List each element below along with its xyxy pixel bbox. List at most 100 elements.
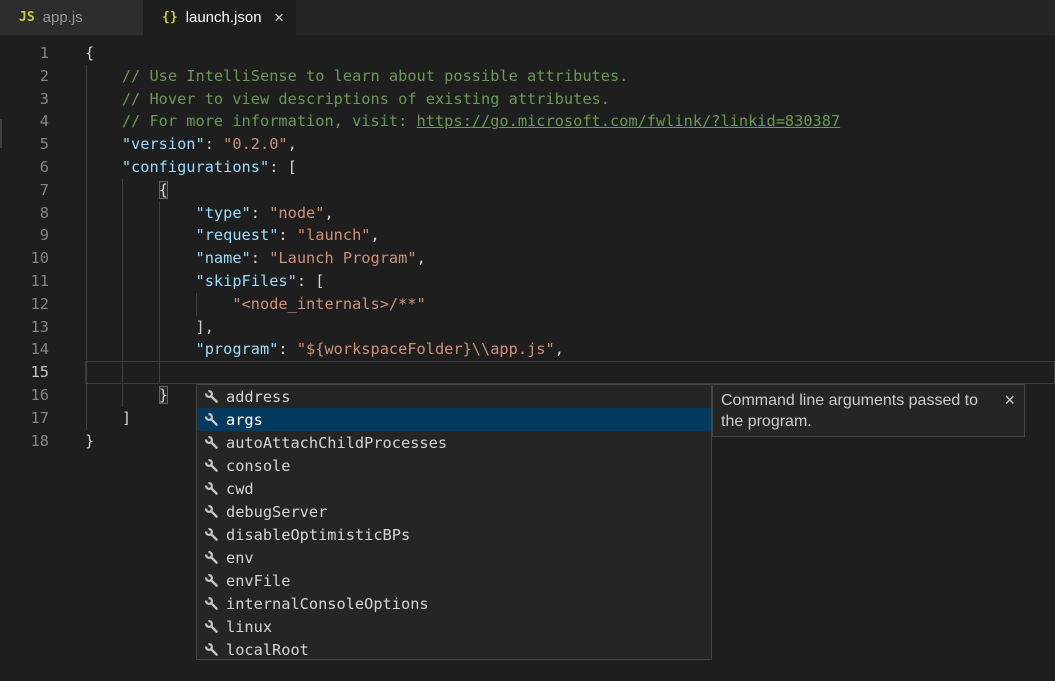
suggestion-item[interactable]: localRoot	[197, 638, 711, 660]
suggestion-label: debugServer	[226, 503, 327, 521]
code-line[interactable]: 4 // For more information, visit: https:…	[0, 110, 1055, 133]
code-line-text[interactable]: "program": "${workspaceFolder}\\app.js",	[85, 338, 564, 361]
line-number[interactable]: 7	[0, 179, 49, 202]
code-line[interactable]: 12 "<node_internals>/**"	[0, 293, 1055, 316]
suggestion-item[interactable]: envFile	[197, 569, 711, 592]
line-number[interactable]: 3	[0, 88, 49, 111]
code-line[interactable]: 10 "name": "Launch Program",	[0, 247, 1055, 270]
code-token: : [	[269, 158, 297, 176]
code-line-text[interactable]: ]	[85, 407, 131, 430]
code-line[interactable]: 14 "program": "${workspaceFolder}\\app.j…	[0, 338, 1055, 361]
line-number[interactable]: 16	[0, 384, 49, 407]
code-line[interactable]: 15	[0, 361, 1055, 384]
code-line[interactable]: 11 "skipFiles": [	[0, 270, 1055, 293]
wrench-icon	[204, 481, 220, 497]
tab-label: launch.json	[186, 9, 262, 26]
suggestion-item[interactable]: cwd	[197, 477, 711, 500]
code-line-text[interactable]: "skipFiles": [	[85, 270, 324, 293]
wrench-icon	[204, 619, 220, 635]
code-line-text[interactable]: }	[85, 430, 94, 453]
code-token: "0.2.0"	[223, 135, 287, 153]
code-line[interactable]: 13 ],	[0, 316, 1055, 339]
line-number[interactable]: 11	[0, 270, 49, 293]
code-line[interactable]: 3 // Hover to view descriptions of exist…	[0, 88, 1055, 111]
code-line[interactable]: 8 "type": "node",	[0, 202, 1055, 225]
line-number[interactable]: 6	[0, 156, 49, 179]
close-tab-icon[interactable]: ×	[274, 9, 284, 26]
suggestion-label: args	[226, 411, 263, 429]
line-number[interactable]: 8	[0, 202, 49, 225]
code-line[interactable]: 6 "configurations": [	[0, 156, 1055, 179]
wrench-icon	[204, 642, 220, 658]
current-line-highlight	[85, 361, 1055, 384]
code-line[interactable]: 1{	[0, 42, 1055, 65]
line-number[interactable]: 9	[0, 224, 49, 247]
code-line-text[interactable]: // Hover to view descriptions of existin…	[85, 88, 610, 111]
line-number[interactable]: 18	[0, 430, 49, 453]
code-token: "skipFiles"	[85, 272, 297, 290]
close-docs-icon[interactable]: ×	[1004, 390, 1015, 411]
code-token: ,	[371, 226, 380, 244]
code-token: "name"	[85, 249, 251, 267]
line-number[interactable]: 17	[0, 407, 49, 430]
line-number[interactable]: 13	[0, 316, 49, 339]
code-line-text[interactable]: "configurations": [	[85, 156, 297, 179]
code-token: "program"	[85, 340, 278, 358]
suggestion-label: console	[226, 457, 290, 475]
line-number[interactable]: 1	[0, 42, 49, 65]
code-line-text[interactable]: // Use IntelliSense to learn about possi…	[85, 65, 628, 88]
suggestion-item[interactable]: address	[197, 385, 711, 408]
code-line-text[interactable]: }	[85, 384, 168, 407]
code-line[interactable]: 2 // Use IntelliSense to learn about pos…	[0, 65, 1055, 88]
code-line-text[interactable]: {	[85, 179, 168, 202]
editor[interactable]: 1{2 // Use IntelliSense to learn about p…	[0, 35, 1055, 681]
code-token: :	[205, 135, 223, 153]
code-line-text[interactable]: // For more information, visit: https://…	[85, 110, 840, 133]
code-token: "Launch Program"	[269, 249, 416, 267]
suggest-docs: Command line arguments passed to the pro…	[712, 384, 1025, 437]
tab-label: app.js	[43, 9, 83, 26]
code-line[interactable]: 7 {	[0, 179, 1055, 202]
suggest-docs-text: Command line arguments passed to the pro…	[721, 392, 978, 430]
code-token: "${workspaceFolder}\\app.js"	[297, 340, 555, 358]
tab-app-js[interactable]: JS app.js	[0, 0, 143, 35]
wrench-icon	[204, 412, 220, 428]
vscode-window: JS app.js {} launch.json × 1{2 // Use In…	[0, 0, 1055, 681]
suggestion-label: internalConsoleOptions	[226, 595, 429, 613]
code-line-text[interactable]: "request": "launch",	[85, 224, 380, 247]
line-number[interactable]: 2	[0, 65, 49, 88]
code-line-text[interactable]: "name": "Launch Program",	[85, 247, 426, 270]
tab-launch-json[interactable]: {} launch.json ×	[143, 0, 296, 35]
suggestion-item[interactable]: debugServer	[197, 500, 711, 523]
suggestion-item[interactable]: autoAttachChildProcesses	[197, 431, 711, 454]
comment-link[interactable]: https://go.microsoft.com/fwlink/?linkid=…	[417, 112, 841, 130]
line-number[interactable]: 4	[0, 110, 49, 133]
code-line-text[interactable]: ],	[85, 316, 214, 339]
code-line-text[interactable]: {	[85, 42, 94, 65]
suggest-widget: address args autoAttachChildProcesses conso…	[196, 384, 712, 660]
code-line-text[interactable]: "<node_internals>/**"	[85, 293, 426, 316]
code-token: "node"	[269, 204, 324, 222]
code-token: :	[251, 249, 269, 267]
suggestion-item[interactable]: console	[197, 454, 711, 477]
suggestion-item[interactable]: internalConsoleOptions	[197, 592, 711, 615]
suggestion-item[interactable]: args	[197, 408, 711, 431]
line-number[interactable]: 14	[0, 338, 49, 361]
code-line-text[interactable]: "type": "node",	[85, 202, 334, 225]
code-line-text[interactable]: "version": "0.2.0",	[85, 133, 297, 156]
suggestion-label: cwd	[226, 480, 254, 498]
suggestion-item[interactable]: linux	[197, 615, 711, 638]
code-token: ,	[324, 204, 333, 222]
line-number[interactable]: 10	[0, 247, 49, 270]
code-line[interactable]: 9 "request": "launch",	[0, 224, 1055, 247]
suggestion-label: env	[226, 549, 254, 567]
line-number[interactable]: 15	[0, 361, 49, 384]
code-token: ,	[417, 249, 426, 267]
code-line[interactable]: 5 "version": "0.2.0",	[0, 133, 1055, 156]
suggestion-item[interactable]: env	[197, 546, 711, 569]
line-number[interactable]: 12	[0, 293, 49, 316]
line-number[interactable]: 5	[0, 133, 49, 156]
code-token	[85, 386, 159, 404]
wrench-icon	[204, 550, 220, 566]
suggestion-item[interactable]: disableOptimisticBPs	[197, 523, 711, 546]
